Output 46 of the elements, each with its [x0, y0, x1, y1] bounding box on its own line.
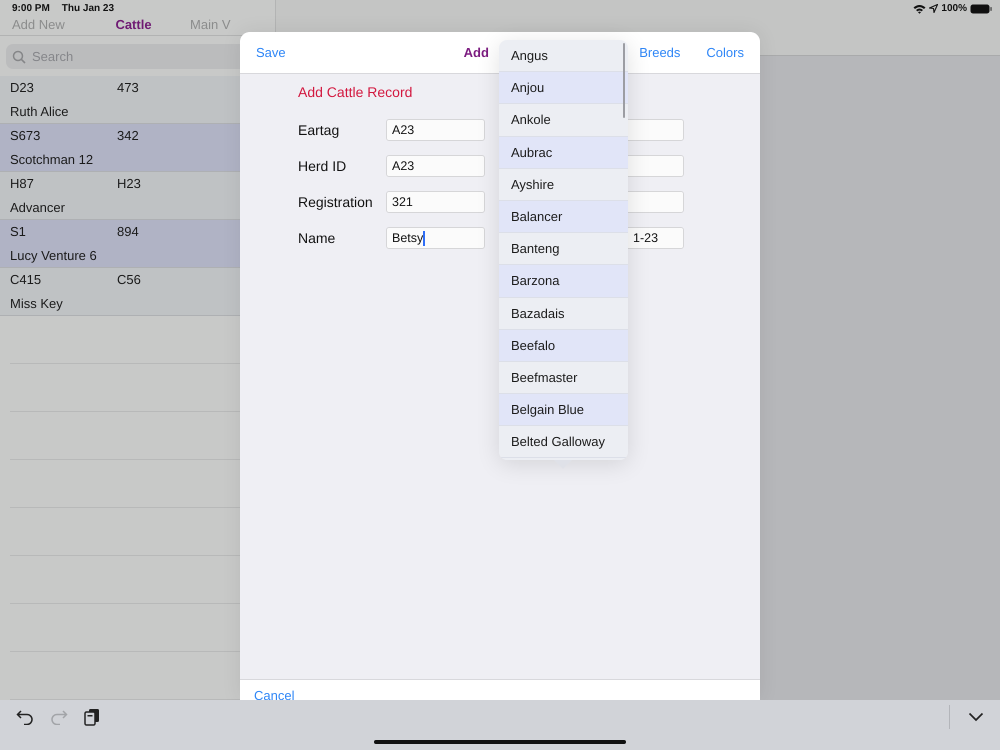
- breed-item[interactable]: Aubrac: [499, 136, 628, 169]
- field-label: Herd ID: [298, 158, 348, 174]
- breed-item[interactable]: Balancer: [499, 200, 628, 234]
- eartag-text: C415: [10, 272, 42, 289]
- input-field[interactable]: 321: [386, 191, 485, 213]
- battery-icon: [970, 4, 992, 14]
- cattle-name: Miss Key: [10, 296, 64, 313]
- status-time: 9:00 PM: [12, 3, 50, 14]
- status-date: Thu Jan 23: [62, 3, 114, 14]
- wifi-icon: [913, 4, 926, 14]
- cattle-name: Lucy Venture 6: [10, 248, 98, 265]
- location-icon: [929, 4, 938, 13]
- breed-item[interactable]: Anjou: [499, 72, 628, 104]
- scroll-thumb[interactable]: [622, 43, 625, 118]
- eartag-text: S1: [10, 224, 27, 241]
- chevron-down-icon[interactable]: [968, 712, 984, 722]
- herd-id-text: C56: [117, 272, 142, 289]
- cattle-name: Scotchman 12: [10, 152, 94, 169]
- eartag-text: H87: [10, 176, 35, 193]
- breed-item[interactable]: Barzona: [499, 265, 628, 298]
- form-title: Add Cattle Record: [298, 84, 412, 100]
- header-link[interactable]: Breeds: [637, 43, 682, 62]
- cattle-name: Ruth Alice: [10, 104, 70, 121]
- input-field[interactable]: Betsy: [386, 227, 485, 249]
- modal-title: Add: [464, 45, 489, 60]
- herd-id-text: 473: [117, 80, 140, 97]
- breed-item[interactable]: Belted Galloway: [499, 426, 628, 458]
- header-link[interactable]: Colors: [704, 43, 746, 62]
- cancel-button[interactable]: Cancel: [252, 686, 296, 700]
- field-label: Registration: [298, 194, 374, 210]
- input-field[interactable]: A23: [386, 155, 485, 177]
- field-label: Name: [298, 230, 336, 246]
- breed-item[interactable]: Belgain Blue: [499, 394, 628, 426]
- field-label: Eartag: [298, 122, 340, 138]
- nav-tab[interactable]: Cattle: [96, 17, 170, 32]
- eartag-text: S673: [10, 128, 42, 145]
- herd-id-text: H23: [117, 176, 142, 193]
- input-field[interactable]: A23: [386, 119, 485, 141]
- battery-percent: 100%: [941, 3, 967, 14]
- eartag-text: D23: [10, 80, 35, 97]
- cattle-name: Advancer: [10, 200, 66, 217]
- undo-icon[interactable]: [16, 708, 34, 724]
- herd-id-text: 342: [117, 128, 140, 145]
- clipboard-icon[interactable]: [84, 708, 100, 726]
- breed-item[interactable]: Beefalo: [499, 330, 628, 362]
- herd-id-text: 894: [117, 224, 140, 241]
